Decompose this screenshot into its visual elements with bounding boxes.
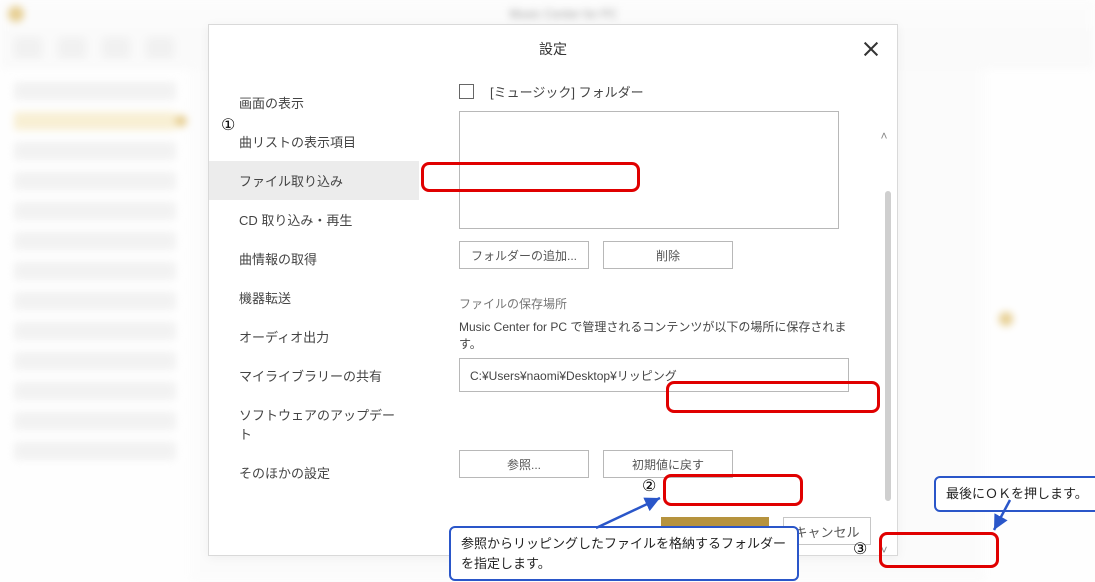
sidebar-item-other[interactable]: そのほかの設定 bbox=[209, 453, 419, 492]
chevron-down-icon[interactable]: ˅ bbox=[877, 543, 891, 557]
dialog-sidebar: 画面の表示 曲リストの表示項目 ファイル取り込み CD 取り込み・再生 曲情報の… bbox=[209, 73, 419, 555]
sidebar-item-display[interactable]: 画面の表示 bbox=[209, 83, 419, 122]
sidebar-item-columns[interactable]: 曲リストの表示項目 bbox=[209, 122, 419, 161]
sidebar-item-label: そのほかの設定 bbox=[239, 466, 330, 481]
button-label: フォルダーの追加... bbox=[471, 247, 577, 264]
sidebar-item-label: 機器転送 bbox=[239, 291, 291, 306]
sidebar-item-label: 曲情報の取得 bbox=[239, 252, 317, 267]
music-folder-checkbox-label: [ミュージック] フォルダー bbox=[490, 82, 644, 101]
sidebar-item-transfer[interactable]: 機器転送 bbox=[209, 278, 419, 317]
sidebar-item-update[interactable]: ソフトウェアのアップデート bbox=[209, 395, 419, 453]
browse-button[interactable]: 参照... bbox=[459, 450, 589, 478]
folder-listbox[interactable] bbox=[459, 111, 839, 229]
reset-default-button[interactable]: 初期値に戻す bbox=[603, 450, 733, 478]
button-label: キャンセル bbox=[794, 522, 859, 541]
annotation-number-2: ② bbox=[642, 476, 656, 496]
sidebar-item-label: マイライブラリーの共有 bbox=[239, 369, 382, 384]
annotation-number-1: ① bbox=[221, 115, 235, 135]
button-label: 初期値に戻す bbox=[632, 456, 704, 473]
delete-folder-button[interactable]: 削除 bbox=[603, 241, 733, 269]
path-text: C:¥Users¥naomi¥Desktop¥リッピング bbox=[470, 367, 677, 384]
dialog-main: [ミュージック] フォルダー フォルダーの追加... 削除 ファイルの保存場所 … bbox=[419, 73, 897, 555]
sidebar-item-file-import[interactable]: ファイル取り込み bbox=[209, 161, 419, 200]
dialog-header: 設定 bbox=[209, 25, 897, 73]
sidebar-item-library-share[interactable]: マイライブラリーの共有 bbox=[209, 356, 419, 395]
sidebar-item-label: 画面の表示 bbox=[239, 96, 304, 111]
dialog-title: 設定 bbox=[539, 39, 567, 59]
button-label: 参照... bbox=[507, 456, 541, 473]
annotation-balloon-browse: 参照からリッピングしたファイルを格納するフォルダーを指定します。 bbox=[449, 526, 799, 581]
save-location-heading: ファイルの保存場所 bbox=[459, 295, 869, 312]
save-location-path: C:¥Users¥naomi¥Desktop¥リッピング bbox=[459, 358, 849, 392]
annotation-number-3: ③ bbox=[853, 539, 867, 559]
scrollbar-thumb[interactable] bbox=[885, 191, 891, 501]
save-location-description: Music Center for PC で管理されるコンテンツが以下の場所に保存… bbox=[459, 318, 869, 352]
sidebar-item-label: オーディオ出力 bbox=[239, 330, 329, 345]
sidebar-item-audio-out[interactable]: オーディオ出力 bbox=[209, 317, 419, 356]
sidebar-item-label: ソフトウェアのアップデート bbox=[239, 408, 395, 442]
chevron-up-icon[interactable]: ˄ bbox=[877, 129, 891, 143]
sidebar-item-cd[interactable]: CD 取り込み・再生 bbox=[209, 200, 419, 239]
settings-dialog: 設定 画面の表示 曲リストの表示項目 ファイル取り込み CD 取り込み・再生 曲… bbox=[208, 24, 898, 556]
add-folder-button[interactable]: フォルダーの追加... bbox=[459, 241, 589, 269]
close-icon[interactable] bbox=[859, 37, 883, 61]
sidebar-item-track-info[interactable]: 曲情報の取得 bbox=[209, 239, 419, 278]
button-label: 削除 bbox=[656, 247, 680, 264]
music-folder-checkbox[interactable] bbox=[459, 84, 474, 99]
sidebar-item-label: CD 取り込み・再生 bbox=[239, 213, 352, 228]
annotation-balloon-ok: 最後にＯＫを押します。 bbox=[934, 476, 1095, 512]
sidebar-item-label: 曲リストの表示項目 bbox=[239, 135, 356, 150]
sidebar-item-label: ファイル取り込み bbox=[239, 174, 343, 189]
